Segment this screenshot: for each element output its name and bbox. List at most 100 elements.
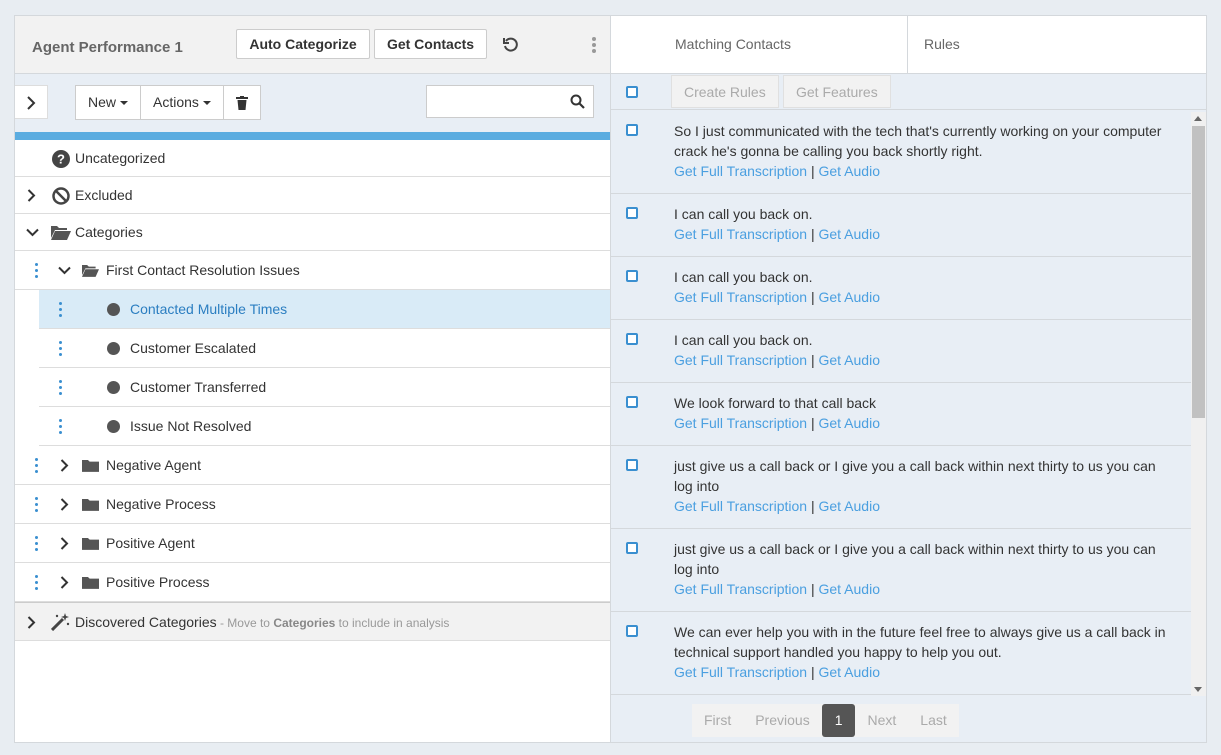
get-full-transcription-link[interactable]: Get Full Transcription — [674, 226, 807, 242]
select-all-checkbox[interactable] — [626, 86, 638, 98]
pager-next[interactable]: Next — [855, 704, 908, 737]
scrollbar[interactable] — [1191, 112, 1206, 696]
drag-handle-icon[interactable] — [35, 536, 39, 552]
chevron-right-icon[interactable] — [27, 616, 36, 629]
contact-item: I can call you back on. Get Full Transcri… — [611, 320, 1191, 383]
contact-checkbox[interactable] — [626, 207, 638, 219]
get-full-transcription-link[interactable]: Get Full Transcription — [674, 664, 807, 680]
contacts-pane: Matching Contacts Rules Create Rules Get… — [611, 16, 1206, 742]
contact-checkbox[interactable] — [626, 542, 638, 554]
tree-item-positive-agent[interactable]: Positive Agent — [15, 524, 610, 563]
folder-icon — [82, 537, 99, 550]
get-full-transcription-link[interactable]: Get Full Transcription — [674, 498, 807, 514]
get-full-transcription-link[interactable]: Get Full Transcription — [674, 352, 807, 368]
contact-text: We look forward to that call back — [674, 395, 877, 411]
chevron-right-icon[interactable] — [27, 189, 36, 202]
pager-current-page[interactable]: 1 — [821, 704, 856, 737]
contact-item: We can ever help you with in the future … — [611, 695, 1191, 696]
search-input[interactable] — [427, 86, 565, 117]
get-full-transcription-link[interactable]: Get Full Transcription — [674, 415, 807, 431]
search-icon[interactable] — [570, 94, 585, 109]
tree-item-label: First Contact Resolution Issues — [106, 262, 300, 278]
drag-handle-icon[interactable] — [35, 458, 39, 474]
chevron-right-icon[interactable] — [60, 576, 69, 589]
contact-links: Get Full Transcription | Get Audio — [674, 350, 1171, 370]
contact-checkbox[interactable] — [626, 459, 638, 471]
contact-checkbox[interactable] — [626, 270, 638, 282]
chevron-right-icon[interactable] — [60, 459, 69, 472]
create-rules-button[interactable]: Create Rules — [671, 75, 779, 108]
tree-item-negative-process[interactable]: Negative Process — [15, 485, 610, 524]
tree-item-label: Uncategorized — [75, 150, 166, 166]
tree-item-customer-transferred[interactable]: Customer Transferred — [39, 368, 610, 407]
scroll-down-arrow-icon[interactable] — [1194, 687, 1202, 692]
tree-item-customer-escalated[interactable]: Customer Escalated — [39, 329, 610, 368]
scroll-up-arrow-icon[interactable] — [1194, 116, 1202, 121]
get-contacts-button[interactable]: Get Contacts — [374, 29, 487, 59]
drag-handle-icon[interactable] — [35, 263, 39, 279]
tree-item-positive-process[interactable]: Positive Process — [15, 563, 610, 602]
new-dropdown-button[interactable]: New — [76, 86, 142, 119]
more-options-icon[interactable] — [591, 37, 597, 55]
tree-item-uncategorized[interactable]: ? Uncategorized — [15, 140, 610, 177]
tree-item-excluded[interactable]: Excluded — [15, 177, 610, 214]
get-features-button[interactable]: Get Features — [783, 75, 891, 108]
drag-handle-icon[interactable] — [35, 497, 39, 513]
tab-rules[interactable]: Rules — [924, 16, 960, 73]
tree-item-label: Contacted Multiple Times — [130, 301, 288, 317]
search-field[interactable] — [426, 85, 594, 118]
auto-categorize-button[interactable]: Auto Categorize — [236, 29, 370, 59]
chevron-down-icon[interactable] — [58, 266, 71, 275]
get-full-transcription-link[interactable]: Get Full Transcription — [674, 581, 807, 597]
contacts-list: So I just communicated with the tech tha… — [611, 111, 1191, 696]
contact-item: So I just communicated with the tech tha… — [611, 111, 1191, 194]
contact-checkbox[interactable] — [626, 396, 638, 408]
refresh-icon[interactable] — [502, 36, 520, 54]
drag-handle-icon[interactable] — [35, 575, 39, 591]
hint-pre: - Move to — [216, 616, 274, 630]
contact-checkbox[interactable] — [626, 333, 638, 345]
chevron-right-icon — [27, 96, 36, 110]
drag-handle-icon[interactable] — [59, 380, 63, 396]
scrollbar-thumb[interactable] — [1192, 126, 1205, 418]
tree-item-categories[interactable]: Categories — [15, 214, 610, 251]
get-audio-link[interactable]: Get Audio — [818, 581, 880, 597]
page-title: Agent Performance 1 — [32, 39, 183, 56]
pager-first[interactable]: First — [692, 704, 743, 737]
get-audio-link[interactable]: Get Audio — [818, 163, 880, 179]
tree-item-contacted-multiple-times[interactable]: Contacted Multiple Times — [39, 290, 610, 329]
pager-previous[interactable]: Previous — [743, 704, 821, 737]
tree-item-first-contact-resolution[interactable]: First Contact Resolution Issues — [15, 251, 610, 290]
delete-button[interactable] — [224, 86, 260, 119]
tab-matching-contacts[interactable]: Matching Contacts — [675, 16, 791, 73]
actions-label: Actions — [153, 94, 199, 110]
chevron-down-icon[interactable] — [26, 228, 39, 237]
get-audio-link[interactable]: Get Audio — [818, 352, 880, 368]
contact-links: Get Full Transcription | Get Audio — [674, 224, 1171, 244]
get-audio-link[interactable]: Get Audio — [818, 415, 880, 431]
chevron-right-icon[interactable] — [60, 537, 69, 550]
actions-dropdown-button[interactable]: Actions — [141, 86, 224, 119]
contact-item: We can ever help you with in the future … — [611, 612, 1191, 695]
contact-checkbox[interactable] — [626, 124, 638, 136]
get-audio-link[interactable]: Get Audio — [818, 664, 880, 680]
drag-handle-icon[interactable] — [59, 341, 63, 357]
get-audio-link[interactable]: Get Audio — [818, 226, 880, 242]
pager-last[interactable]: Last — [908, 704, 958, 737]
tree-item-negative-agent[interactable]: Negative Agent — [15, 446, 610, 485]
drag-handle-icon[interactable] — [59, 419, 63, 435]
get-full-transcription-link[interactable]: Get Full Transcription — [674, 163, 807, 179]
pagination: First Previous 1 Next Last — [692, 704, 959, 737]
new-label: New — [88, 94, 117, 110]
tree-item-discovered-categories[interactable]: Discovered Categories - Move to Categori… — [15, 602, 610, 641]
expand-panel-button[interactable] — [15, 85, 48, 119]
contact-checkbox[interactable] — [626, 625, 638, 637]
tree-toolbar: New Actions — [15, 74, 610, 132]
tree-item-issue-not-resolved[interactable]: Issue Not Resolved — [39, 407, 610, 446]
get-audio-link[interactable]: Get Audio — [818, 498, 880, 514]
get-audio-link[interactable]: Get Audio — [818, 289, 880, 305]
chevron-right-icon[interactable] — [60, 498, 69, 511]
hint-bold: Categories — [273, 616, 336, 630]
drag-handle-icon[interactable] — [59, 302, 63, 318]
get-full-transcription-link[interactable]: Get Full Transcription — [674, 289, 807, 305]
